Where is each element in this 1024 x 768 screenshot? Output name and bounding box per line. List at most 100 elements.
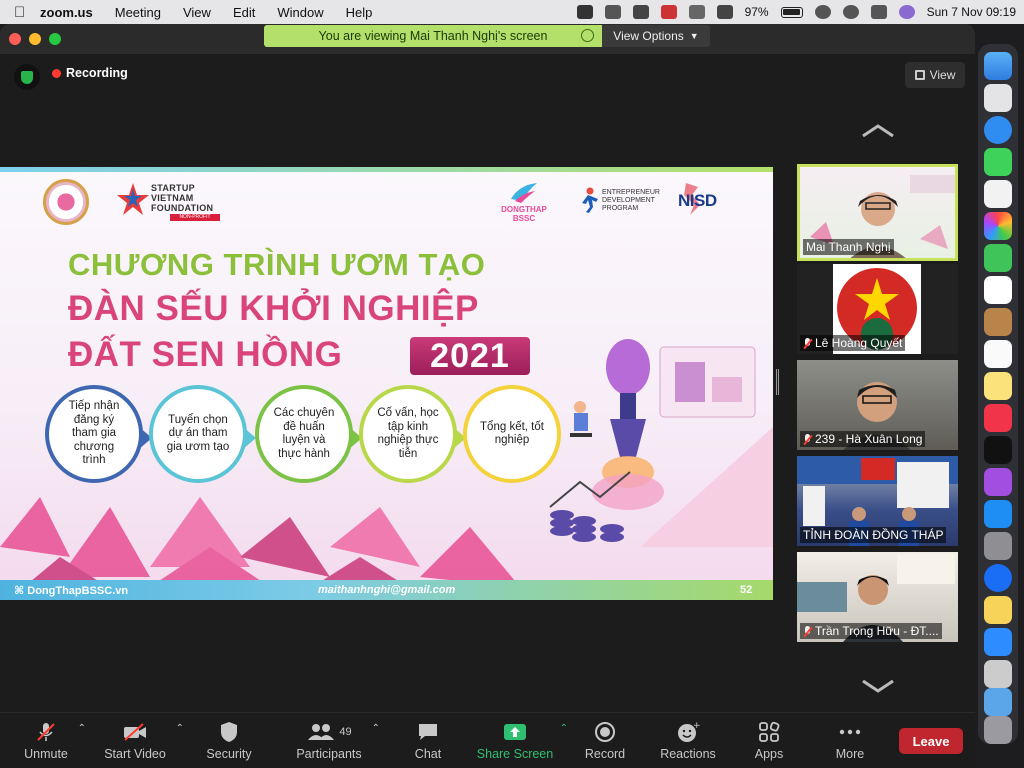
share-screen-button[interactable]: Share Screen ⌃ — [476, 721, 568, 765]
menu-view[interactable]: View — [183, 5, 211, 20]
apple-tv-icon[interactable] — [984, 436, 1012, 464]
start-video-button[interactable]: Start Video ⌃ — [100, 721, 184, 765]
participant-tile[interactable]: 239 - Hà Xuân Long — [797, 360, 958, 450]
wifi-icon[interactable] — [814, 5, 831, 19]
launchpad-icon[interactable] — [984, 84, 1012, 112]
slide-footer-email: maithanhnghi@gmail.com — [318, 584, 456, 596]
menubar-clock[interactable]: Sun 7 Nov 09:19 — [927, 5, 1016, 19]
reminders-icon[interactable] — [984, 340, 1012, 368]
menu-meeting[interactable]: Meeting — [115, 5, 161, 20]
process-step-4: Cố vấn, học tập kinh nghiệp thực tiễn — [359, 385, 466, 483]
view-options-dropdown[interactable]: View Options ▼ — [602, 25, 710, 47]
participant-tile[interactable]: Lê Hoàng Quyết — [797, 264, 958, 354]
apple-icon[interactable]:  — [14, 4, 40, 21]
meeting-info-shield-icon[interactable] — [14, 64, 40, 90]
process-step-2-text: Tuyển chọn dự án tham gia ươm tạo — [166, 413, 230, 453]
music-icon[interactable] — [984, 404, 1012, 432]
menu-edit[interactable]: Edit — [233, 5, 255, 20]
unmute-button[interactable]: Unmute ⌃ — [20, 721, 86, 765]
input-source-icon[interactable] — [716, 5, 733, 19]
downloads-folder-icon[interactable] — [984, 688, 1012, 716]
photos-icon[interactable] — [984, 212, 1012, 240]
stickies-icon[interactable] — [984, 596, 1012, 624]
macos-dock — [978, 44, 1018, 744]
security-button[interactable]: Security — [202, 721, 256, 765]
siri-icon[interactable] — [898, 5, 915, 19]
contacts-icon[interactable] — [984, 308, 1012, 336]
app-store-icon[interactable] — [984, 500, 1012, 528]
share-screen-label: Share Screen — [476, 747, 554, 761]
more-button[interactable]: More — [832, 721, 868, 765]
participants-options-caret-icon[interactable]: ⌃ — [372, 723, 380, 734]
apps-button[interactable]: Apps — [750, 721, 788, 765]
window-titlebar: You are viewing Mai Thanh Nghị's screen … — [0, 24, 975, 54]
zoom-dock-icon[interactable] — [984, 628, 1012, 656]
maps-icon[interactable] — [984, 180, 1012, 208]
fullscreen-window-button[interactable] — [49, 33, 61, 45]
panel-resize-handle[interactable] — [776, 369, 779, 395]
scroll-up-chevron-icon[interactable] — [861, 124, 895, 138]
battery-percent: 97% — [744, 5, 769, 19]
menu-window[interactable]: Window — [277, 5, 323, 20]
dongthap-bssc-logo: DONGTHAP BSSC — [497, 181, 551, 223]
notes-icon[interactable] — [984, 372, 1012, 400]
podcasts-icon[interactable] — [984, 468, 1012, 496]
recording-indicator[interactable]: Recording — [52, 66, 128, 80]
participant-tile[interactable]: Trần Trọng Hữu - ĐT.... — [797, 552, 958, 642]
spotlight-search-icon[interactable] — [842, 5, 859, 19]
view-layout-label: View — [929, 68, 956, 82]
minimize-window-button[interactable] — [29, 33, 41, 45]
startup-vietnam-foundation-logo: STARTUP VIETNAM FOUNDATION NON-PROFIT — [115, 181, 223, 221]
finder-icon[interactable] — [984, 52, 1012, 80]
video-camera-off-icon — [124, 723, 146, 741]
safari-icon[interactable] — [984, 116, 1012, 144]
participant-name-label: Mai Thanh Nghị — [803, 239, 894, 255]
chat-button[interactable]: Chat — [410, 721, 446, 765]
slide-year-badge: 2021 — [410, 337, 530, 375]
reactions-smiley-icon: + — [678, 721, 700, 742]
nisd-logo: NISD — [676, 183, 738, 221]
view-layout-button[interactable]: View — [905, 62, 965, 88]
menubar-status-area: 97% Sun 7 Nov 09:19 — [576, 0, 1016, 24]
control-center-icon[interactable] — [870, 5, 887, 19]
participants-people-icon — [308, 724, 335, 740]
unmute-label: Unmute — [24, 747, 68, 761]
share-options-caret-icon[interactable]: ⌃ — [560, 723, 568, 734]
entrepreneur-development-program-logo: ENTREPRENEUR DEVELOPMENT PROGRAM — [578, 185, 660, 221]
participant-name-label: Lê Hoàng Quyết — [800, 335, 906, 351]
bssc-logo-text: DONGTHAP BSSC — [501, 205, 547, 223]
menu-app-name[interactable]: zoom.us — [40, 5, 93, 20]
meeting-controls-toolbar: Unmute ⌃ Start Video ⌃ Security 49 Parti… — [0, 712, 975, 768]
stop-viewing-icon[interactable] — [581, 29, 594, 42]
battery-icon[interactable] — [780, 6, 803, 18]
process-step-1-text: Tiếp nhận đăng ký tham gia chương trình — [68, 400, 120, 467]
record-button[interactable]: Record — [582, 721, 628, 765]
participant-name-label: TỈNH ĐOÀN ĐỒNG THÁP — [800, 527, 947, 543]
participants-button[interactable]: 49 Participants ⌃ — [292, 721, 380, 765]
menu-help[interactable]: Help — [346, 5, 373, 20]
leave-meeting-button[interactable]: Leave — [899, 728, 963, 754]
zoom-status-icon[interactable] — [576, 5, 593, 19]
close-window-button[interactable] — [9, 33, 21, 45]
notification-badge-icon[interactable] — [660, 5, 677, 19]
zalo-icon[interactable] — [984, 564, 1012, 592]
trash-icon[interactable] — [984, 716, 1012, 744]
security-shield-icon — [221, 722, 237, 742]
video-options-caret-icon[interactable]: ⌃ — [176, 723, 184, 734]
participant-tile-active-speaker[interactable]: Mai Thanh Nghị — [797, 164, 958, 261]
audio-options-caret-icon[interactable]: ⌃ — [78, 723, 86, 734]
facetime-icon[interactable] — [984, 244, 1012, 272]
muted-mic-icon — [803, 625, 812, 637]
scroll-down-chevron-icon[interactable] — [861, 679, 895, 693]
system-preferences-icon[interactable] — [984, 532, 1012, 560]
record-circle-icon — [595, 722, 615, 742]
screen-share-icon[interactable] — [632, 5, 649, 19]
shield-status-icon[interactable] — [688, 5, 705, 19]
participant-tile[interactable]: TỈNH ĐOÀN ĐỒNG THÁP — [797, 456, 958, 546]
calendar-icon[interactable] — [984, 276, 1012, 304]
reactions-button[interactable]: + Reactions — [658, 721, 718, 765]
preview-icon[interactable] — [984, 660, 1012, 688]
apps-grid-icon — [759, 721, 780, 742]
vpn-icon[interactable] — [604, 5, 621, 19]
messages-icon[interactable] — [984, 148, 1012, 176]
